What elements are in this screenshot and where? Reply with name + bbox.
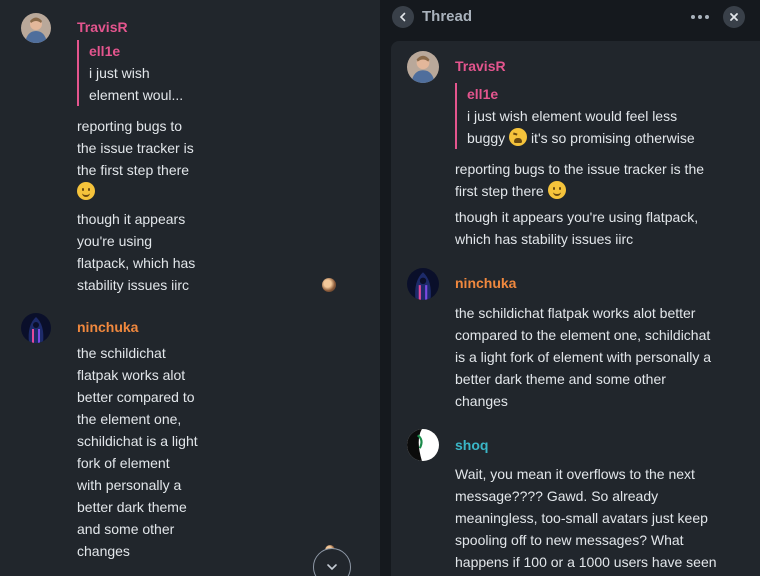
more-options-button[interactable] <box>686 6 714 28</box>
quote-text-line: buggy it's so promising otherwise <box>467 127 745 149</box>
message-line: flatpack, which has <box>77 255 196 271</box>
message-body: reporting bugs to the issue tracker is t… <box>455 158 750 202</box>
travisr-avatar[interactable] <box>407 51 439 83</box>
message-line: changes <box>77 543 130 559</box>
thread-panel: Thread TravisR ell1e i just wish element… <box>384 0 760 576</box>
message-line: which has stability issues iirc <box>455 231 634 247</box>
reply-quote[interactable]: ell1e i just wish element woul... <box>77 40 207 106</box>
dot-icon <box>705 15 709 19</box>
jump-to-bottom-button[interactable] <box>313 548 351 576</box>
travisr-avatar[interactable] <box>21 13 51 43</box>
back-button[interactable] <box>392 6 414 28</box>
ninchuka-avatar[interactable] <box>21 313 51 343</box>
message-line: though it appears <box>77 211 186 227</box>
ninchuka-avatar[interactable] <box>407 268 439 300</box>
quote-text: it's so promising otherwise <box>530 130 695 146</box>
quote-sender[interactable]: ell1e <box>89 40 207 62</box>
message-sender[interactable]: TravisR <box>455 57 506 75</box>
message-line: the schildichat <box>77 345 166 361</box>
message-line: the issue tracker is <box>77 140 194 156</box>
message-body: the schildichat flatpak works alot bette… <box>77 342 222 562</box>
message-line: is a light fork of element with personal… <box>455 349 712 365</box>
dot-icon <box>698 15 702 19</box>
message-line: better compared to <box>77 389 195 405</box>
quote-text-line: element woul... <box>89 87 184 103</box>
message-body: though it appears you're using flatpack,… <box>77 208 217 296</box>
message-line: flatpak works alot <box>77 367 186 383</box>
thread-timeline: TravisR ell1e i just wish element would … <box>391 41 760 576</box>
message-line: first step there <box>455 180 750 202</box>
quote-text-line: i just wish element would feel less <box>467 108 678 124</box>
message-line: meaningless, too-small avatars just keep <box>455 510 708 526</box>
message-line: the schildichat flatpak works alot bette… <box>455 305 696 321</box>
message-line: changes <box>455 393 508 409</box>
thread-header: Thread <box>384 0 760 36</box>
message-line: spooling off to new messages? What <box>455 532 684 548</box>
slightly-smiling-emoji <box>77 182 95 200</box>
close-thread-button[interactable] <box>723 6 745 28</box>
quote-text-line: i just wish <box>89 65 150 81</box>
close-icon <box>730 13 738 21</box>
message-line: with personally a <box>77 477 182 493</box>
dot-icon <box>691 15 695 19</box>
message-line: reporting bugs to <box>77 118 183 134</box>
room-timeline: TravisR ell1e i just wish element woul..… <box>0 0 380 576</box>
message-sender[interactable]: shoq <box>455 436 488 454</box>
message-line: the element one, <box>77 411 182 427</box>
message-line <box>77 181 217 203</box>
quote-sender[interactable]: ell1e <box>467 83 745 105</box>
message-line: you're using <box>77 233 153 249</box>
message-sender[interactable]: ninchuka <box>77 318 138 336</box>
message-line: compared to the element one, schildichat <box>455 327 711 343</box>
message-body: Wait, you mean it overflows to the next … <box>455 463 755 573</box>
message-line: though it appears you're using flatpack, <box>455 209 699 225</box>
message-line: and some other <box>77 521 175 537</box>
reply-quote[interactable]: ell1e i just wish element would feel les… <box>455 83 745 149</box>
chevron-down-icon <box>327 564 337 571</box>
read-receipt-avatar[interactable] <box>322 278 336 292</box>
shoq-avatar[interactable] <box>407 429 439 461</box>
message-line: Wait, you mean it overflows to the next <box>455 466 695 482</box>
message-line: schildichat is a light <box>77 433 198 449</box>
message-line: better dark theme and some other <box>455 371 666 387</box>
message-text: first step there <box>455 183 544 199</box>
message-body: the schildichat flatpak works alot bette… <box>455 302 755 412</box>
message-line: stability issues iirc <box>77 277 190 293</box>
message-line: better dark theme <box>77 499 187 515</box>
message-sender[interactable]: TravisR <box>77 18 128 36</box>
message-line: the first step there <box>77 162 190 178</box>
message-line: message???? Gawd. So already <box>455 488 659 504</box>
quote-text: buggy <box>467 130 506 146</box>
chevron-left-icon <box>399 12 406 22</box>
thread-title: Thread <box>422 8 473 25</box>
message-sender[interactable]: ninchuka <box>455 274 516 292</box>
message-line: reporting bugs to the issue tracker is t… <box>455 161 705 177</box>
message-body: though it appears you're using flatpack,… <box>455 206 750 250</box>
message-body: reporting bugs to the issue tracker is t… <box>77 115 217 203</box>
message-line: happens if 100 or a 1000 users have seen <box>455 554 717 570</box>
slightly-smiling-emoji <box>547 181 566 199</box>
message-line: fork of element <box>77 455 170 471</box>
weary-face-emoji <box>509 128 528 146</box>
